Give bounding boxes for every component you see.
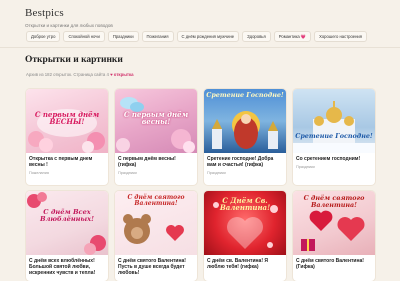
card[interactable]: С днём святого Валентина! С днём святого… — [293, 191, 375, 281]
card-category[interactable]: Праздники — [115, 168, 197, 175]
site-tagline: Открытки и картинки для любых поводов — [25, 23, 113, 28]
card[interactable]: С первым днём ВЕСНЫ! Открытка с первым д… — [26, 89, 108, 185]
card[interactable]: С днём Всех Влюблённых! С днём всех влюб… — [26, 191, 108, 281]
card-category[interactable]: Праздники — [293, 162, 375, 169]
card-title[interactable]: С днём св. Валентина! Я люблю тебя! (гиф… — [204, 255, 286, 270]
card[interactable]: С днём святого Валентина! С днём святого… — [115, 191, 197, 281]
archive-note-text: Архив из 182 открыток. Страница сайта 4 — [26, 72, 109, 77]
card[interactable]: С Днём Св. Валентина! С днём св. Валенти… — [204, 191, 286, 281]
cathedral-image — [293, 101, 375, 153]
card-thumbnail[interactable]: Сретение Господне! — [293, 89, 375, 153]
card-title[interactable]: Сретение господне! Добра вам и счастья! … — [204, 153, 286, 168]
card-thumbnail-caption: С днём святого Валентина! — [303, 194, 365, 209]
card-title[interactable]: С днём святого Валентина! Пусть в душе в… — [115, 255, 197, 277]
nav-item-health[interactable]: Здоровья — [242, 31, 271, 42]
archive-note: Архив из 182 открыток. Страница сайта 4 … — [26, 72, 134, 77]
nav-item-romance[interactable]: Романтика 💗 — [273, 31, 312, 42]
card-thumbnail[interactable]: С Днём Св. Валентина! — [204, 191, 286, 255]
card-thumbnail-caption: С днём Всех Влюблённых! — [40, 208, 94, 223]
cards-grid: С первым днём ВЕСНЫ! Открытка с первым д… — [26, 89, 376, 281]
card-title[interactable]: С первым днём весны! (гифка) — [115, 153, 197, 168]
nav-item-birthday-man[interactable]: С днём рождения мужчине — [176, 31, 240, 42]
card[interactable]: Сретение Господне! Сретение господне! До… — [204, 89, 286, 185]
card-category[interactable]: Пожелания — [26, 168, 108, 175]
card-thumbnail-caption: С первым днём ВЕСНЫ! — [34, 110, 100, 127]
card-thumbnail[interactable]: С днём святого Валентина! — [115, 191, 197, 255]
nav-item-holidays[interactable]: Праздники — [107, 31, 139, 42]
card-title[interactable]: С днём святого Валентина! (Гифка) — [293, 255, 375, 270]
nav-item-good-morning[interactable]: Доброе утро — [26, 31, 61, 42]
card[interactable]: С первым днём весны! С первым днём весны… — [115, 89, 197, 185]
card[interactable]: Сретение Господне! Со сретением господни… — [293, 89, 375, 185]
card-thumbnail-caption: С Днём Св. Валентина! — [219, 196, 271, 213]
site-header: Bestpics Открытки и картинки для любых п… — [0, 0, 400, 50]
nav-item-good-mood[interactable]: Хорошего настроения — [314, 31, 368, 42]
card-title[interactable]: Открытка с первым днем весны ! — [26, 153, 108, 168]
roses-image — [27, 192, 106, 255]
card-thumbnail[interactable]: С первым днём весны! — [115, 89, 197, 153]
nav-item-wishes[interactable]: Пожелания — [141, 31, 174, 42]
category-nav: Доброе утро Спокойной ночи Праздники Пож… — [26, 31, 368, 42]
card-category[interactable]: Праздники — [204, 168, 286, 175]
card-thumbnail-caption: С первым днём весны! — [123, 110, 189, 127]
header-divider — [0, 47, 400, 48]
page-title: Открытки и картинки — [25, 55, 123, 65]
card-thumbnail-caption: С днём святого Валентина! — [127, 194, 185, 208]
site-logo[interactable]: Bestpics — [25, 7, 375, 19]
nav-item-good-night[interactable]: Спокойной ночи — [63, 31, 105, 42]
card-title[interactable]: Со сретением господним! — [293, 153, 375, 162]
card-thumbnail[interactable]: С днём Всех Влюблённых! — [26, 191, 108, 255]
card-thumbnail[interactable]: С первым днём ВЕСНЫ! — [26, 89, 108, 153]
card-thumbnail-caption: Сретение Господне! — [206, 91, 284, 99]
nav-item-romance-label: Романтика — [278, 34, 300, 39]
heart-icon: 💗 — [300, 34, 307, 39]
card-thumbnail-caption: Сретение Господне! — [295, 132, 373, 140]
card-title[interactable]: С днём всех влюблённых! Большой святой л… — [26, 255, 108, 277]
archive-flag: ♥ открытка — [110, 72, 134, 77]
card-thumbnail[interactable]: С днём святого Валентина! — [293, 191, 375, 255]
card-thumbnail[interactable]: Сретение Господне! — [204, 89, 286, 153]
